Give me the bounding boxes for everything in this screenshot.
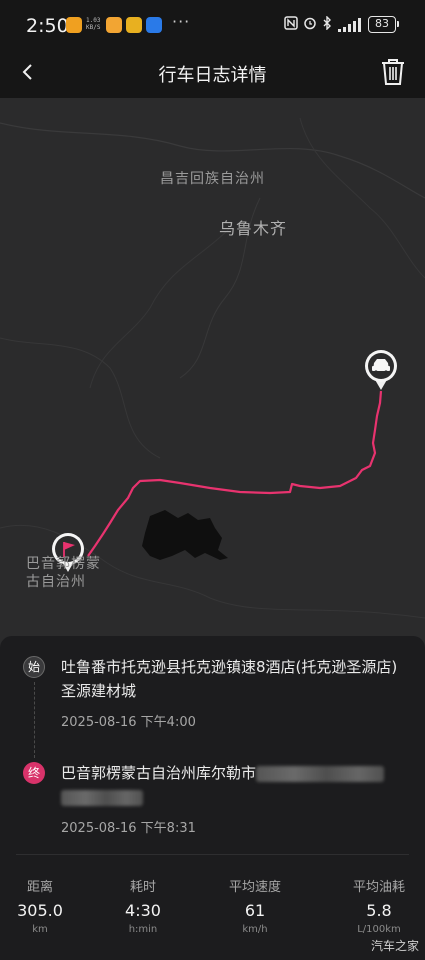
stat-label: 平均油耗 (352, 880, 405, 895)
stat-label: 耗时 (129, 880, 156, 895)
trash-icon (382, 59, 404, 85)
stat-unit: L/100km (357, 924, 401, 935)
stat-unit: km/h (242, 924, 268, 935)
stat-value: 5.8 (366, 901, 392, 920)
route-map[interactable]: 昌吉回族自治州 乌鲁木齐 巴音郭楞蒙古自治州 (0, 98, 425, 650)
stat-value: 305.0 (17, 901, 63, 920)
stat-avg-fuel: 平均油耗 5.8 L/100km (339, 876, 419, 935)
page-title: 行车日志详情 (158, 65, 267, 86)
end-address: 巴音郭楞蒙古自治州库尔勒市 (61, 764, 257, 782)
divider (16, 854, 409, 855)
redacted-address (256, 765, 385, 782)
alarm-icon (303, 16, 317, 34)
end-time: 2025-08-16 下午8:31 (61, 821, 196, 836)
notification-app-icon (106, 17, 122, 33)
stat-value: 61 (244, 901, 266, 920)
map-label-changji: 昌吉回族自治州 (160, 171, 265, 187)
app-header: 行车日志详情 (0, 48, 425, 98)
stat-avg-speed: 平均速度 61 km/h (215, 876, 295, 935)
redacted-address (61, 789, 143, 806)
status-time: 2:50 (26, 15, 69, 37)
start-time: 2025-08-16 下午4:00 (61, 715, 196, 730)
stat-label: 距离 (26, 880, 53, 895)
battery-indicator: 83 (368, 16, 399, 33)
start-address: 吐鲁番市托克逊县托克逊镇速8酒店(托克逊圣源店)圣源建材城 (61, 658, 398, 700)
stat-value: 4:30 (125, 901, 161, 920)
nfc-icon (284, 16, 298, 34)
stat-duration: 耗时 4:30 h:min (103, 876, 183, 935)
more-notifications-icon: ··· (172, 12, 191, 31)
notification-app-icon (146, 17, 162, 33)
start-badge: 始 (23, 656, 45, 678)
stat-unit: km (32, 924, 48, 935)
end-address-row: 巴音郭楞蒙古自治州库尔勒市 (61, 761, 406, 809)
map-label-urumqi: 乌鲁木齐 (219, 219, 288, 238)
stat-distance: 距离 305.0 km (0, 876, 80, 935)
stat-unit: h:min (128, 924, 158, 935)
notification-app-icon (126, 17, 142, 33)
delete-button[interactable] (378, 56, 408, 88)
notification-app-icon (66, 17, 82, 33)
end-badge: 终 (23, 762, 45, 784)
stat-label: 平均速度 (228, 880, 281, 895)
bluetooth-icon (322, 15, 332, 34)
car-end-marker[interactable] (365, 350, 397, 390)
signal-icon (338, 18, 362, 32)
status-bar: 2:50 1.03 KB/S ··· 83 (0, 0, 425, 48)
network-speed: 1.03 KB/S (86, 17, 101, 31)
map-label-bayingolin: 巴音郭楞蒙古自治州 (26, 556, 101, 590)
watermark: 汽车之家 (370, 939, 419, 953)
trip-detail-sheet: 始 吐鲁番市托克逊县托克逊镇速8酒店(托克逊圣源店)圣源建材城 2025-08-… (0, 636, 425, 960)
route-connector-line (34, 682, 35, 758)
